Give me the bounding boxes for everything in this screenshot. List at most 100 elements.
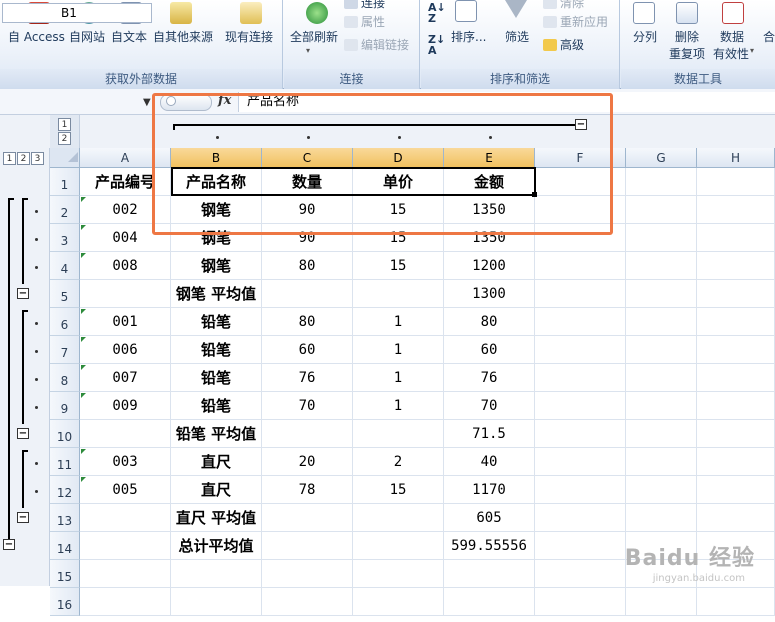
table-cell[interactable]: 80: [444, 308, 535, 336]
table-cell[interactable]: [626, 224, 697, 252]
table-cell[interactable]: 003: [80, 448, 171, 476]
table-cell[interactable]: 78: [262, 476, 353, 504]
data-validation-button[interactable]: 数据: [720, 28, 744, 45]
text-to-columns-button[interactable]: 分列: [633, 28, 657, 45]
table-cell[interactable]: [697, 448, 775, 476]
table-cell[interactable]: 15: [353, 252, 444, 280]
table-cell[interactable]: [262, 504, 353, 532]
table-cell[interactable]: 2: [353, 448, 444, 476]
table-cell[interactable]: [697, 504, 775, 532]
existing-connections-button[interactable]: 现有连接: [225, 28, 273, 45]
table-cell[interactable]: 直尺 平均值: [171, 504, 262, 532]
sort-button[interactable]: 排序...: [451, 28, 486, 45]
table-cell[interactable]: 1: [353, 392, 444, 420]
table-cell[interactable]: [535, 364, 626, 392]
row-header[interactable]: 14: [50, 532, 80, 560]
error-indicator-icon[interactable]: [81, 449, 86, 454]
row-header[interactable]: 10: [50, 420, 80, 448]
table-cell[interactable]: [697, 252, 775, 280]
table-cell[interactable]: [697, 588, 775, 616]
table-cell[interactable]: 1170: [444, 476, 535, 504]
column-header-h[interactable]: H: [697, 148, 775, 168]
header-cell[interactable]: [626, 168, 697, 196]
table-cell[interactable]: [697, 280, 775, 308]
reapply-button[interactable]: 重新应用: [543, 13, 608, 30]
row-header[interactable]: 12: [50, 476, 80, 504]
table-cell[interactable]: [626, 280, 697, 308]
table-cell[interactable]: [262, 420, 353, 448]
error-indicator-icon[interactable]: [81, 477, 86, 482]
table-cell[interactable]: [626, 448, 697, 476]
table-cell[interactable]: [535, 420, 626, 448]
table-cell[interactable]: [262, 560, 353, 588]
table-cell[interactable]: [535, 560, 626, 588]
table-cell[interactable]: [535, 532, 626, 560]
table-cell[interactable]: 铅笔: [171, 364, 262, 392]
table-cell[interactable]: 钢笔 平均值: [171, 280, 262, 308]
error-indicator-icon[interactable]: [81, 365, 86, 370]
row-group-collapse-pens[interactable]: −: [17, 288, 29, 299]
row-header[interactable]: 15: [50, 560, 80, 588]
table-cell[interactable]: 80: [262, 252, 353, 280]
table-cell[interactable]: 直尺: [171, 476, 262, 504]
table-cell[interactable]: 006: [80, 336, 171, 364]
table-cell[interactable]: 60: [444, 336, 535, 364]
table-cell[interactable]: [697, 476, 775, 504]
table-cell[interactable]: [353, 532, 444, 560]
from-web-button[interactable]: 自网站: [69, 28, 105, 45]
table-cell[interactable]: [171, 588, 262, 616]
row-header[interactable]: 13: [50, 504, 80, 532]
error-indicator-icon[interactable]: [81, 337, 86, 342]
table-cell[interactable]: [353, 560, 444, 588]
table-cell[interactable]: 76: [444, 364, 535, 392]
error-indicator-icon[interactable]: [81, 197, 86, 202]
column-header-g[interactable]: G: [626, 148, 697, 168]
table-cell[interactable]: 铅笔: [171, 392, 262, 420]
advanced-button[interactable]: 高级: [543, 36, 584, 53]
table-cell[interactable]: [262, 532, 353, 560]
from-other-sources-button[interactable]: 自其他来源: [153, 28, 213, 45]
table-cell[interactable]: [535, 280, 626, 308]
remove-duplicates-button[interactable]: 删除: [675, 28, 699, 45]
header-cell[interactable]: [697, 168, 775, 196]
table-cell[interactable]: [697, 196, 775, 224]
table-cell[interactable]: 1300: [444, 280, 535, 308]
table-cell[interactable]: [80, 532, 171, 560]
table-cell[interactable]: [444, 560, 535, 588]
row-header[interactable]: 8: [50, 364, 80, 392]
table-cell[interactable]: 总计平均值: [171, 532, 262, 560]
table-cell[interactable]: 005: [80, 476, 171, 504]
table-cell[interactable]: 15: [353, 476, 444, 504]
table-cell[interactable]: [262, 588, 353, 616]
table-cell[interactable]: 76: [262, 364, 353, 392]
table-cell[interactable]: [697, 364, 775, 392]
row-group-collapse-pencils[interactable]: −: [17, 428, 29, 439]
consolidate-button[interactable]: 合: [763, 28, 775, 45]
table-cell[interactable]: [626, 196, 697, 224]
table-cell[interactable]: [626, 308, 697, 336]
table-cell[interactable]: [80, 504, 171, 532]
table-cell[interactable]: [80, 588, 171, 616]
row-header[interactable]: 9: [50, 392, 80, 420]
table-cell[interactable]: 001: [80, 308, 171, 336]
row-outline-level-2[interactable]: 2: [17, 152, 30, 165]
table-cell[interactable]: 605: [444, 504, 535, 532]
connections-button[interactable]: 连接: [344, 0, 385, 11]
filter-button[interactable]: 筛选: [505, 28, 529, 45]
from-access-button[interactable]: 自 Access: [8, 28, 65, 45]
row-header[interactable]: 5: [50, 280, 80, 308]
table-cell[interactable]: 599.55556: [444, 532, 535, 560]
table-cell[interactable]: 20: [262, 448, 353, 476]
table-cell[interactable]: 1: [353, 364, 444, 392]
row-header[interactable]: 7: [50, 336, 80, 364]
row-header[interactable]: 11: [50, 448, 80, 476]
table-cell[interactable]: [80, 560, 171, 588]
row-outline-level-1[interactable]: 1: [3, 152, 16, 165]
table-cell[interactable]: 008: [80, 252, 171, 280]
col-outline-level-2[interactable]: 2: [58, 132, 71, 145]
refresh-all-button[interactable]: 全部刷新: [290, 28, 338, 45]
table-cell[interactable]: [353, 588, 444, 616]
table-cell[interactable]: [444, 588, 535, 616]
table-cell[interactable]: [535, 308, 626, 336]
table-cell[interactable]: [626, 588, 697, 616]
